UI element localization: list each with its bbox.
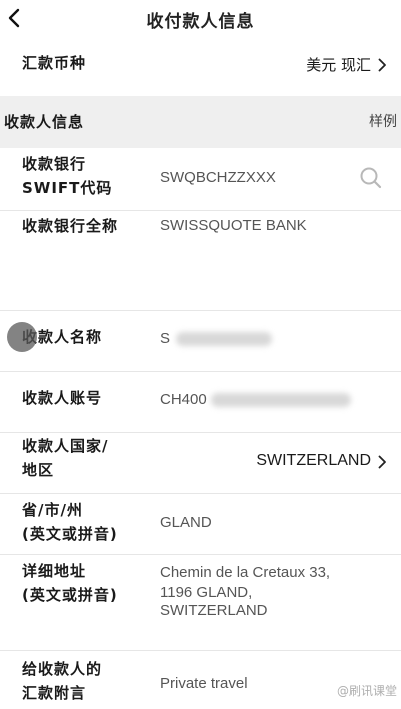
- province-city-label-line1: 省/市/州: [22, 501, 83, 519]
- watermark: @刷讯课堂: [336, 684, 397, 698]
- payee-account-value[interactable]: CH400: [160, 390, 351, 410]
- currency-label: 汇款币种: [22, 54, 87, 72]
- bank-swift-row[interactable]: 收款银行 SWIFT代码 SWQBCHZZXXX: [0, 148, 401, 210]
- province-city-label-line2: (英文或拼音): [22, 525, 118, 543]
- province-city-value[interactable]: GLAND: [160, 513, 212, 533]
- payee-country-label-line2: 地区: [22, 461, 55, 479]
- redacted-blur: [176, 332, 273, 347]
- chevron-right-icon: [378, 455, 386, 469]
- payee-country-label-line1: 收款人国家/: [22, 437, 109, 455]
- address-value-line2[interactable]: 1196 GLAND,: [160, 583, 252, 603]
- remark-label-line1: 给收款人的: [22, 660, 103, 678]
- payee-country-value: SWITZERLAND: [256, 452, 371, 469]
- address-label-line1: 详细地址: [22, 562, 87, 580]
- currency-value: 美元 现汇: [306, 56, 371, 74]
- payee-name-visible-text: S: [160, 330, 171, 347]
- payee-country-row[interactable]: 收款人国家/ 地区 SWITZERLAND: [0, 433, 401, 493]
- address-label-line2: (英文或拼音): [22, 586, 118, 604]
- bank-swift-label-line1: 收款银行: [22, 155, 87, 173]
- bank-name-row[interactable]: 收款银行全称 SWISSQUOTE BANK: [0, 211, 401, 310]
- payee-name-value[interactable]: S: [160, 329, 273, 349]
- remark-value[interactable]: Private travel: [160, 674, 248, 694]
- example-link[interactable]: 样例: [369, 111, 397, 131]
- section-title: 收款人信息: [4, 113, 85, 131]
- bank-swift-label-line2: SWIFT代码: [22, 179, 113, 197]
- currency-row[interactable]: 汇款币种 美元 现汇: [0, 38, 401, 96]
- payee-account-label: 收款人账号: [22, 389, 103, 407]
- address-value-line3[interactable]: SWITZERLAND: [160, 601, 268, 621]
- redacted-blur: [210, 393, 351, 408]
- province-city-row[interactable]: 省/市/州 (英文或拼音) GLAND: [0, 494, 401, 554]
- floating-assist-button[interactable]: [7, 322, 37, 352]
- top-nav-bar: 收付款人信息: [0, 0, 401, 38]
- page-title: 收付款人信息: [146, 12, 255, 32]
- payee-account-visible-text: CH400: [160, 391, 207, 408]
- payee-name-row[interactable]: 收款人名称 S: [0, 311, 401, 371]
- address-value-line1[interactable]: Chemin de la Cretaux 33,: [160, 563, 330, 583]
- remark-row[interactable]: 给收款人的 汇款附言 Private travel: [0, 651, 401, 709]
- payee-account-row[interactable]: 收款人账号 CH400: [0, 372, 401, 432]
- payee-section-header: 收款人信息 样例: [0, 96, 401, 148]
- bank-swift-value[interactable]: SWQBCHZZXXX: [160, 168, 276, 188]
- bank-name-label: 收款银行全称: [22, 217, 119, 235]
- remark-label-line2: 汇款附言: [22, 684, 87, 702]
- chevron-right-icon: [378, 58, 386, 72]
- search-icon[interactable]: [359, 166, 383, 190]
- bank-name-value[interactable]: SWISSQUOTE BANK: [160, 216, 307, 236]
- address-row[interactable]: 详细地址 (英文或拼音) Chemin de la Cretaux 33, 11…: [0, 555, 401, 650]
